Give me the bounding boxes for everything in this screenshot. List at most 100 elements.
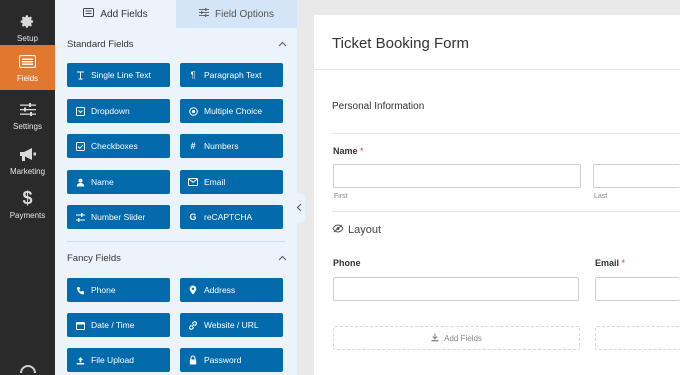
- address-button[interactable]: Address: [180, 278, 283, 302]
- chevron-up-icon: [278, 39, 287, 50]
- text-cursor-icon: [75, 71, 85, 80]
- lock-icon: [188, 355, 198, 365]
- field-divider: [332, 211, 680, 212]
- chevron-up-icon: [278, 253, 287, 264]
- nav-label-payments: Payments: [9, 210, 46, 220]
- name-button[interactable]: Name: [67, 170, 170, 194]
- first-name-input[interactable]: [333, 164, 581, 188]
- numbers-label: Numbers: [204, 141, 239, 151]
- dollar-icon: $: [22, 188, 33, 208]
- fancy-fields-header[interactable]: Fancy Fields: [67, 253, 287, 264]
- tab-field-options-label: Field Options: [215, 8, 274, 20]
- fields-icon: [19, 53, 36, 71]
- email-input[interactable]: [595, 277, 680, 301]
- add-fields-dropzone-right[interactable]: [595, 326, 680, 350]
- website-url-label: Website / URL: [204, 320, 259, 330]
- name-field-label: Name *: [333, 146, 364, 156]
- email-field-label: Email *: [595, 258, 625, 268]
- sliders-icon: [199, 8, 210, 20]
- form-title: Ticket Booking Form: [332, 35, 469, 52]
- radio-icon: [188, 106, 198, 116]
- download-icon: [431, 333, 439, 344]
- nav-item-payments[interactable]: $ Payments: [0, 182, 55, 227]
- nav-item-marketing[interactable]: Marketing: [0, 138, 55, 183]
- nav-item-settings[interactable]: Settings: [0, 93, 55, 138]
- tab-add-fields-label: Add Fields: [100, 8, 148, 20]
- checkboxes-label: Checkboxes: [91, 141, 138, 151]
- gear-icon: [20, 13, 35, 31]
- tab-add-fields[interactable]: Add Fields: [55, 0, 176, 28]
- dropdown-button[interactable]: Dropdown: [67, 99, 170, 123]
- website-url-button[interactable]: Website / URL: [180, 313, 283, 337]
- dropdown-label: Dropdown: [91, 106, 130, 116]
- sliders-icon: [19, 101, 36, 119]
- list-icon: [83, 8, 95, 20]
- standard-fields-header[interactable]: Standard Fields: [67, 39, 287, 50]
- section-divider: [67, 241, 285, 242]
- last-sublabel: Last: [594, 193, 608, 200]
- file-upload-label: File Upload: [91, 355, 134, 365]
- numbers-button[interactable]: # Numbers: [180, 134, 283, 158]
- add-fields-label: Add Fields: [444, 333, 482, 343]
- nav-label-marketing: Marketing: [9, 166, 46, 176]
- checkboxes-button[interactable]: Checkboxes: [67, 134, 170, 158]
- fields-panel: Add Fields Field Options Standard Fields…: [55, 0, 297, 375]
- last-name-input[interactable]: [593, 164, 680, 188]
- collapse-panel-button[interactable]: [293, 193, 305, 223]
- layout-label-text: Layout: [348, 224, 382, 236]
- number-slider-label: Number Slider: [91, 212, 146, 222]
- link-icon: [188, 320, 198, 330]
- email-label: Email: [204, 177, 226, 187]
- calendar-icon: [75, 321, 85, 330]
- phone-icon: [75, 286, 85, 295]
- paragraph-text-label: Paragraph Text: [204, 70, 262, 80]
- nav-item-setup[interactable]: Setup: [0, 5, 55, 50]
- help-icon[interactable]: [19, 363, 37, 375]
- multiple-choice-button[interactable]: Multiple Choice: [180, 99, 283, 123]
- file-upload-button[interactable]: File Upload: [67, 348, 170, 372]
- megaphone-icon: [19, 146, 37, 164]
- first-sublabel: First: [334, 193, 348, 200]
- single-line-text-button[interactable]: Single Line Text: [67, 63, 170, 87]
- paragraph-text-button[interactable]: ¶ Paragraph Text: [180, 63, 283, 87]
- nav-label-setup: Setup: [17, 33, 38, 43]
- hash-icon: #: [190, 141, 196, 151]
- chevron-left-icon: [296, 199, 302, 217]
- nav-item-fields[interactable]: Fields: [0, 45, 55, 90]
- eye-off-icon: [332, 224, 344, 236]
- envelope-icon: [188, 178, 198, 186]
- password-button[interactable]: Password: [180, 348, 283, 372]
- email-field-label-text: Email: [595, 258, 620, 268]
- required-marker: *: [360, 146, 364, 156]
- map-pin-icon: [188, 285, 198, 295]
- title-divider: [314, 69, 680, 70]
- required-marker: *: [621, 258, 626, 268]
- dropdown-icon: [75, 106, 85, 116]
- standard-fields-title: Standard Fields: [67, 39, 134, 50]
- password-label: Password: [204, 355, 242, 365]
- layout-field[interactable]: Layout: [332, 224, 381, 236]
- name-label: Name: [91, 177, 114, 187]
- fancy-fields-title: Fancy Fields: [67, 253, 121, 264]
- section-personal-information[interactable]: Personal Information: [332, 101, 424, 112]
- tab-field-options[interactable]: Field Options: [176, 0, 297, 28]
- phone-input[interactable]: [333, 277, 579, 301]
- phone-field-label: Phone: [333, 258, 361, 268]
- paragraph-icon: ¶: [190, 70, 196, 80]
- number-slider-button[interactable]: Number Slider: [67, 205, 170, 229]
- nav-rail: Setup Fields Settings Marketing $ Paymen…: [0, 0, 55, 375]
- date-time-button[interactable]: Date / Time: [67, 313, 170, 337]
- google-icon: G: [189, 212, 197, 222]
- panel-tabs: Add Fields Field Options: [55, 0, 297, 28]
- multiple-choice-label: Multiple Choice: [204, 106, 263, 116]
- phone-label: Phone: [91, 285, 116, 295]
- checkbox-icon: [75, 141, 85, 151]
- email-button[interactable]: Email: [180, 170, 283, 194]
- phone-button[interactable]: Phone: [67, 278, 170, 302]
- name-field-label-text: Name: [333, 146, 358, 156]
- section-divider: [332, 133, 680, 134]
- nav-label-fields: Fields: [16, 73, 39, 83]
- address-label: Address: [204, 285, 236, 295]
- add-fields-dropzone[interactable]: Add Fields: [333, 326, 580, 350]
- recaptcha-button[interactable]: G reCAPTCHA: [180, 205, 283, 229]
